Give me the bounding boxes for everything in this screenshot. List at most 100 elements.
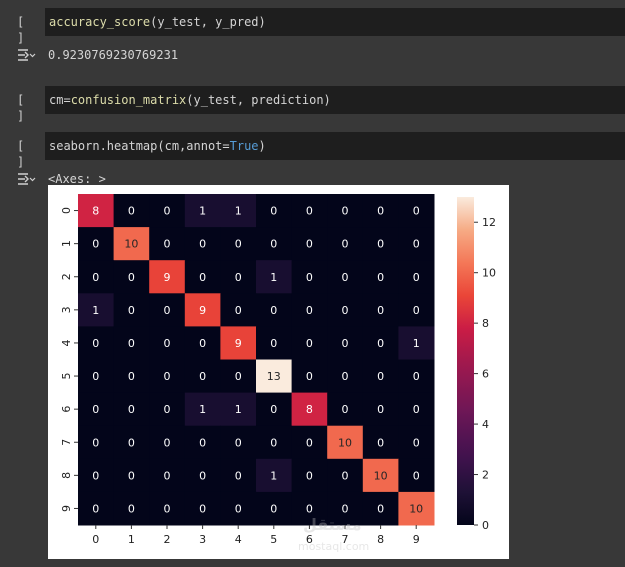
heatmap-annotation: 0 <box>128 436 135 449</box>
code-line: accuracy_score(y_test, y_pred) <box>49 14 266 30</box>
heatmap-annotation: 1 <box>199 205 206 218</box>
heatmap-annotation: 1 <box>413 337 420 350</box>
run-cell-button[interactable]: [ ] <box>17 138 39 169</box>
code-cell-confusion-matrix[interactable]: [ ] cm=confusion_matrix(y_test, predicti… <box>0 86 625 123</box>
colorbar <box>457 197 474 525</box>
heatmap-annotation: 13 <box>267 370 281 383</box>
heatmap-annotation: 0 <box>306 271 313 284</box>
heatmap-annotation: 0 <box>199 238 206 251</box>
heatmap-annotation: 0 <box>413 205 420 218</box>
heatmap-annotation: 0 <box>377 205 384 218</box>
output-collapse-icon[interactable] <box>16 47 36 66</box>
colorbar-tick-label: 8 <box>482 317 489 330</box>
heatmap-annotation: 1 <box>92 304 99 317</box>
output-collapse-icon[interactable] <box>16 171 36 190</box>
heatmap-annotation: 0 <box>306 436 313 449</box>
heatmap-svg: 8 0 0 1 1 0 0 0 0 00 10 0 0 0 0 0 0 0 00 0 9 0 0 1 0 0 0 01 0 0 9 0 0 0 0 0… <box>60 194 496 553</box>
heatmap-annotation: 0 <box>270 436 277 449</box>
x-tick-label: 0 <box>92 533 99 546</box>
heatmap-annotation: 0 <box>164 469 171 482</box>
heatmap-annotation: 0 <box>377 370 384 383</box>
y-tick-label: 1 <box>60 240 73 247</box>
heatmap-annotation: 0 <box>270 304 277 317</box>
output-accuracy: 0.9230769230769231 <box>0 44 625 66</box>
code-args: (y_test, y_pred) <box>150 15 266 29</box>
heatmap-annotation: 0 <box>164 238 171 251</box>
accuracy-output: 0.9230769230769231 <box>48 48 179 62</box>
heatmap-annotation: 0 <box>92 337 99 350</box>
heatmap-annotation: 0 <box>377 304 384 317</box>
code-editor[interactable]: accuracy_score(y_test, y_pred) <box>45 8 625 36</box>
heatmap-annotation: 9 <box>164 271 171 284</box>
colorbar-ticks: 0 2 4 6 8 10 12 <box>474 216 496 532</box>
heatmap-annotation: 0 <box>306 205 313 218</box>
x-tick-label: 4 <box>235 533 242 546</box>
heatmap-annotation: 0 <box>270 337 277 350</box>
y-tick-label: 4 <box>60 339 73 346</box>
heatmap-annotation: 0 <box>164 337 171 350</box>
heatmap-annotation: 10 <box>409 502 423 515</box>
heatmap-annotation: 1 <box>270 271 277 284</box>
heatmap-annotation: 8 <box>306 403 313 416</box>
watermark-text-en: mostaql.com <box>298 540 369 553</box>
heatmap-annotation: 0 <box>128 337 135 350</box>
heatmap-annotation: 0 <box>377 271 384 284</box>
heatmap-annotation: 0 <box>306 238 313 251</box>
heatmap-annotation: 0 <box>377 337 384 350</box>
heatmap-annotation: 10 <box>374 469 388 482</box>
colorbar-tick-label: 6 <box>482 368 489 381</box>
heatmap-annotation: 0 <box>413 370 420 383</box>
heatmap-annotation: 0 <box>342 271 349 284</box>
heatmap-annotation: 0 <box>199 436 206 449</box>
heatmap-annotation: 0 <box>164 370 171 383</box>
heatmap-annotation: 0 <box>235 370 242 383</box>
x-tick-label: 9 <box>413 533 420 546</box>
code-keyword: True <box>229 139 259 153</box>
heatmap-annotation: 0 <box>164 403 171 416</box>
heatmap-annotation: 8 <box>92 205 99 218</box>
heatmap-annotation: 0 <box>164 502 171 515</box>
code-function: accuracy_score <box>49 15 151 29</box>
heatmap-annotation: 0 <box>342 205 349 218</box>
colorbar-tick-label: 2 <box>482 469 489 482</box>
code-cell-accuracy[interactable]: [ ] accuracy_score(y_test, y_pred) <box>0 8 625 45</box>
heatmap-annotation: 0 <box>377 403 384 416</box>
heatmap-annotation: 0 <box>342 403 349 416</box>
heatmap-annotation: 0 <box>235 271 242 284</box>
code-line: seaborn.heatmap(cm,annot=True) <box>49 138 266 154</box>
heatmap-annotation: 1 <box>235 403 242 416</box>
heatmap-annotation: 0 <box>164 436 171 449</box>
run-cell-button[interactable]: [ ] <box>17 92 39 123</box>
code-args: (y_test, prediction) <box>186 93 331 107</box>
heatmap-annotation: 0 <box>270 238 277 251</box>
heatmap-annotation: 0 <box>413 304 420 317</box>
code-prefix: cm= <box>49 93 71 107</box>
code-editor[interactable]: seaborn.heatmap(cm,annot=True) <box>45 132 625 160</box>
heatmap-annotation: 0 <box>413 403 420 416</box>
heatmap-annotation: 0 <box>306 304 313 317</box>
x-tick-label: 2 <box>164 533 171 546</box>
heatmap-annotation: 1 <box>235 205 242 218</box>
heatmap-cells: 8 0 0 1 1 0 0 0 0 00 10 0 0 0 0 0 0 0 00 0 9 0 0 1 0 0 0 01 0 0 9 0 0 0 0 0… <box>78 194 435 526</box>
heatmap-annotation: 0 <box>128 205 135 218</box>
colorbar-tick-label: 4 <box>482 418 489 431</box>
heatmap-annotation: 0 <box>128 304 135 317</box>
heatmap-annotation: 0 <box>235 238 242 251</box>
heatmap-annotation: 0 <box>199 370 206 383</box>
heatmap-annotation: 0 <box>92 436 99 449</box>
code-line: cm=confusion_matrix(y_test, prediction) <box>49 92 331 108</box>
heatmap-annotation: 0 <box>342 337 349 350</box>
code-editor[interactable]: cm=confusion_matrix(y_test, prediction) <box>45 86 625 114</box>
code-prefix: seaborn.heatmap(cm,annot= <box>49 139 230 153</box>
heatmap-annotation: 10 <box>338 436 352 449</box>
heatmap-annotation: 0 <box>306 469 313 482</box>
code-cell-heatmap[interactable]: [ ] seaborn.heatmap(cm,annot=True) <box>0 132 625 169</box>
heatmap-annotation: 10 <box>124 238 138 251</box>
heatmap-annotation: 0 <box>270 403 277 416</box>
heatmap-annotation: 0 <box>128 502 135 515</box>
heatmap-annotation: 9 <box>235 337 242 350</box>
heatmap-annotation: 0 <box>92 271 99 284</box>
y-tick-label: 5 <box>60 373 73 380</box>
run-cell-button[interactable]: [ ] <box>17 14 39 45</box>
heatmap-annotation: 0 <box>377 436 384 449</box>
